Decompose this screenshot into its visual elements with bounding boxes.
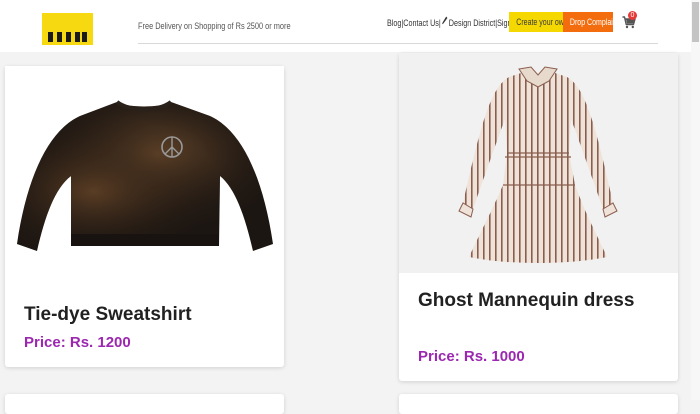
product-title[interactable]: Tie-dye Sweatshirt — [24, 301, 192, 329]
logo-mark — [48, 32, 87, 42]
price-label: Price: Rs. — [418, 348, 492, 365]
create-your-own-button[interactable]: Create your own — [509, 12, 563, 32]
price-value: 1000 — [491, 348, 525, 365]
price-value: 1200 — [97, 334, 131, 351]
nav-contact-link[interactable]: Contact Us — [403, 18, 439, 28]
product-price: Price: Rs. 1000 — [418, 348, 525, 365]
header-bar: Free Delivery on Shopping of Rs 2500 or … — [0, 0, 700, 52]
drop-complaint-label: Drop Complaint — [569, 17, 613, 27]
pencil-icon — [442, 16, 448, 28]
top-nav: Blog|Contact Us|Design District|Signup| — [387, 16, 521, 28]
product-card[interactable] — [399, 394, 678, 414]
scrollbar[interactable] — [691, 0, 700, 400]
logo[interactable] — [42, 13, 93, 45]
scrollbar-thumb[interactable] — [692, 2, 699, 42]
drop-complaint-button[interactable]: Drop Complaint — [563, 12, 613, 32]
nav-design-district-link[interactable]: Design District — [449, 18, 495, 28]
product-title[interactable]: Ghost Mannequin dress — [418, 287, 638, 315]
dress-image[interactable] — [399, 53, 678, 273]
cart-count-badge: 0 — [628, 11, 637, 20]
price-label: Price: Rs. — [24, 334, 98, 351]
product-card[interactable]: Tie-dye Sweatshirt Price: Rs. 1200 — [5, 66, 284, 367]
promo-text: Free Delivery on Shopping of Rs 2500 or … — [138, 21, 291, 31]
nav-separator: | — [438, 18, 441, 28]
product-card[interactable]: Ghost Mannequin dress Price: Rs. 1000 — [399, 53, 678, 381]
header-divider — [138, 43, 658, 44]
product-price: Price: Rs. 1200 — [24, 334, 131, 351]
product-card[interactable] — [5, 394, 284, 414]
create-your-own-label: Create your own — [516, 17, 563, 27]
sweatshirt-image[interactable] — [5, 66, 284, 281]
nav-blog-link[interactable]: Blog — [387, 18, 401, 28]
